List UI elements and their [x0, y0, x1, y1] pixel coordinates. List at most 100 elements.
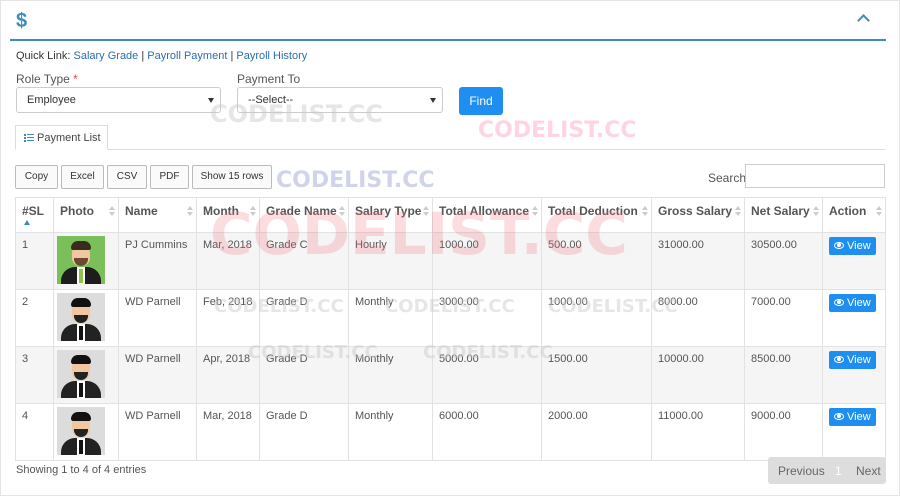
cell-photo [53, 346, 119, 404]
cell-name: WD Parnell [118, 403, 197, 461]
cell-allowance: 5000.00 [432, 346, 542, 404]
cell-salary-type: Monthly [348, 403, 433, 461]
sort-asc-icon [24, 220, 30, 225]
show-rows-button[interactable]: Show 15 rows [192, 165, 272, 189]
col-deduction-label: Total Deduction [548, 204, 638, 218]
col-name-label: Name [125, 204, 158, 218]
view-button[interactable]: View [829, 237, 876, 255]
salary-grade-link[interactable]: Salary Grade [73, 50, 138, 62]
col-net-label: Net Salary [751, 204, 810, 218]
cell-net: 8500.00 [744, 346, 823, 404]
col-sl[interactable]: #SL [15, 197, 54, 233]
cell-sl: 2 [15, 289, 54, 347]
eye-icon [834, 242, 844, 249]
col-action[interactable]: Action [822, 197, 886, 233]
payment-table: #SL Photo Name Month Grade Name Salary T… [15, 197, 886, 461]
view-label: View [847, 240, 871, 252]
view-button[interactable]: View [829, 294, 876, 312]
cell-name: PJ Cummins [118, 232, 197, 290]
cell-allowance: 1000.00 [432, 232, 542, 290]
cell-allowance: 3000.00 [432, 289, 542, 347]
sort-icon [339, 206, 345, 216]
col-month[interactable]: Month [196, 197, 260, 233]
view-label: View [847, 297, 871, 309]
link-separator: | [230, 50, 234, 62]
cell-name: WD Parnell [118, 289, 197, 347]
find-button[interactable]: Find [459, 87, 503, 115]
col-deduction[interactable]: Total Deduction [541, 197, 652, 233]
col-month-label: Month [203, 204, 239, 218]
avatar [57, 350, 105, 398]
cell-deduction: 2000.00 [541, 403, 652, 461]
payroll-payment-link[interactable]: Payroll Payment [147, 50, 227, 62]
col-grade[interactable]: Grade Name [259, 197, 349, 233]
avatar [57, 293, 105, 341]
col-net[interactable]: Net Salary [744, 197, 823, 233]
role-type-label: Role Type * [16, 72, 78, 86]
excel-button[interactable]: Excel [61, 165, 104, 189]
cell-deduction: 500.00 [541, 232, 652, 290]
view-label: View [847, 411, 871, 423]
avatar [57, 236, 105, 284]
cell-photo [53, 232, 119, 290]
cell-salary-type: Monthly [348, 289, 433, 347]
tab-payment-list[interactable]: Payment List [15, 125, 108, 150]
page-1-button[interactable]: 1 [835, 464, 842, 478]
cell-action: View [822, 232, 886, 290]
required-mark: * [73, 72, 78, 86]
cell-allowance: 6000.00 [432, 403, 542, 461]
avatar [57, 407, 105, 455]
quick-links: Quick Link: Salary Grade | Payroll Payme… [16, 50, 307, 62]
cell-salary-type: Monthly [348, 346, 433, 404]
sort-icon [813, 206, 819, 216]
cell-grade: Grade C [259, 232, 349, 290]
payroll-history-link[interactable]: Payroll History [236, 50, 307, 62]
cell-action: View [822, 403, 886, 461]
cell-net: 30500.00 [744, 232, 823, 290]
col-action-label: Action [829, 204, 867, 218]
view-button[interactable]: View [829, 351, 876, 369]
payment-to-select[interactable]: --Select-- [237, 87, 443, 113]
dropdown-caret-icon [430, 98, 436, 103]
cell-month: Apr, 2018 [196, 346, 260, 404]
col-name[interactable]: Name [118, 197, 197, 233]
cell-grade: Grade D [259, 403, 349, 461]
cell-action: View [822, 346, 886, 404]
chevron-up-icon[interactable] [857, 14, 870, 27]
cell-gross: 11000.00 [651, 403, 745, 461]
view-button[interactable]: View [829, 408, 876, 426]
csv-button[interactable]: CSV [107, 165, 147, 189]
copy-button[interactable]: Copy [15, 165, 58, 189]
payment-to-label: Payment To [237, 72, 301, 86]
next-button[interactable]: Next [856, 464, 881, 478]
sort-icon [735, 206, 741, 216]
col-allowance[interactable]: Total Allowance [432, 197, 542, 233]
cell-net: 9000.00 [744, 403, 823, 461]
pdf-button[interactable]: PDF [150, 165, 189, 189]
cell-sl: 1 [15, 232, 54, 290]
col-photo[interactable]: Photo [53, 197, 119, 233]
sort-icon [109, 206, 115, 216]
col-grade-label: Grade Name [266, 204, 337, 218]
eye-icon [834, 299, 844, 306]
cell-photo [53, 289, 119, 347]
table-row: 4 WD Parnell Mar, 2018 Grade D Monthly 6… [15, 403, 886, 461]
cell-grade: Grade D [259, 346, 349, 404]
cell-photo [53, 403, 119, 461]
quick-link-prefix: Quick Link: [16, 50, 71, 62]
cell-deduction: 1000.00 [541, 289, 652, 347]
col-salary-type[interactable]: Salary Type [348, 197, 433, 233]
search-input[interactable] [745, 164, 885, 188]
sort-icon [250, 206, 256, 216]
eye-icon [834, 356, 844, 363]
eye-icon [834, 413, 844, 420]
tab-label: Payment List [37, 132, 101, 144]
col-gross[interactable]: Gross Salary [651, 197, 745, 233]
role-type-select[interactable]: Employee [16, 87, 221, 113]
previous-button[interactable]: Previous [778, 464, 825, 478]
cell-month: Feb, 2018 [196, 289, 260, 347]
payment-to-value: --Select-- [248, 94, 294, 106]
dropdown-caret-icon [208, 98, 214, 103]
col-gross-label: Gross Salary [658, 204, 733, 218]
cell-gross: 8000.00 [651, 289, 745, 347]
